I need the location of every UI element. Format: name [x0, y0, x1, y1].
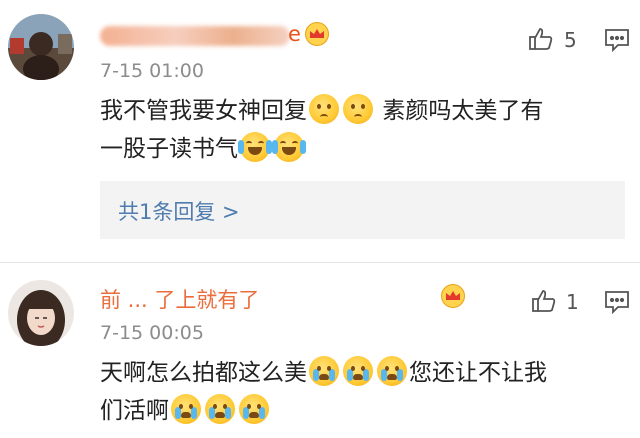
username-redacted[interactable] [100, 26, 290, 46]
like-count: 5 [564, 28, 577, 52]
comment-time: 7-15 00:05 [100, 322, 204, 344]
crown-icon [440, 284, 466, 312]
laugh-cry-emoji [272, 132, 306, 162]
crown-icon [304, 22, 330, 50]
comment-text-line1: 天啊怎么拍都这么美 [100, 360, 307, 386]
thumbs-up-icon[interactable] [531, 288, 557, 318]
comment-text-line1b: 您还让不让我 [409, 360, 547, 386]
avatar[interactable] [8, 14, 74, 80]
thumbs-up-icon[interactable] [528, 26, 554, 56]
comment-text-line2: 一股子读书气 [100, 136, 238, 162]
username[interactable]: 前 ... 了上就有了 [100, 284, 259, 314]
comment-text: 天啊怎么拍都这么美 您还让不让我 们活啊 [100, 354, 625, 430]
view-replies-link[interactable]: 共1条回复 > [118, 196, 240, 226]
comment-icon[interactable] [604, 290, 630, 318]
sad-face-emoji [309, 94, 339, 124]
comment-text-line1: 我不管我要女神回复 [100, 98, 307, 124]
crying-emoji [171, 394, 201, 424]
comment-text-line1b: 素颜吗太美了有 [382, 98, 544, 124]
reply-summary[interactable]: 共1条回复 > [100, 181, 625, 239]
username-suffix[interactable]: e [288, 22, 301, 46]
crying-emoji [309, 356, 339, 386]
comment-text-line2: 们活啊 [100, 398, 169, 424]
comment-1: e 5 7-15 01:00 我不管我要女神回复 素颜吗太美了有 一股子读书气 … [0, 0, 640, 255]
avatar[interactable] [8, 280, 74, 346]
sad-face-emoji [343, 94, 373, 124]
comment-text: 我不管我要女神回复 素颜吗太美了有 一股子读书气 [100, 92, 625, 168]
crying-emoji [239, 394, 269, 424]
crying-emoji [377, 356, 407, 386]
comment-time: 7-15 01:00 [100, 60, 204, 82]
comment-icon[interactable] [604, 28, 630, 56]
comment-2: 前 ... 了上就有了 1 7-15 00:05 天啊怎么拍都这么美 您还让不让我… [0, 262, 640, 438]
crying-emoji [205, 394, 235, 424]
like-count: 1 [566, 290, 579, 314]
laugh-cry-emoji [238, 132, 272, 162]
crying-emoji [343, 356, 373, 386]
